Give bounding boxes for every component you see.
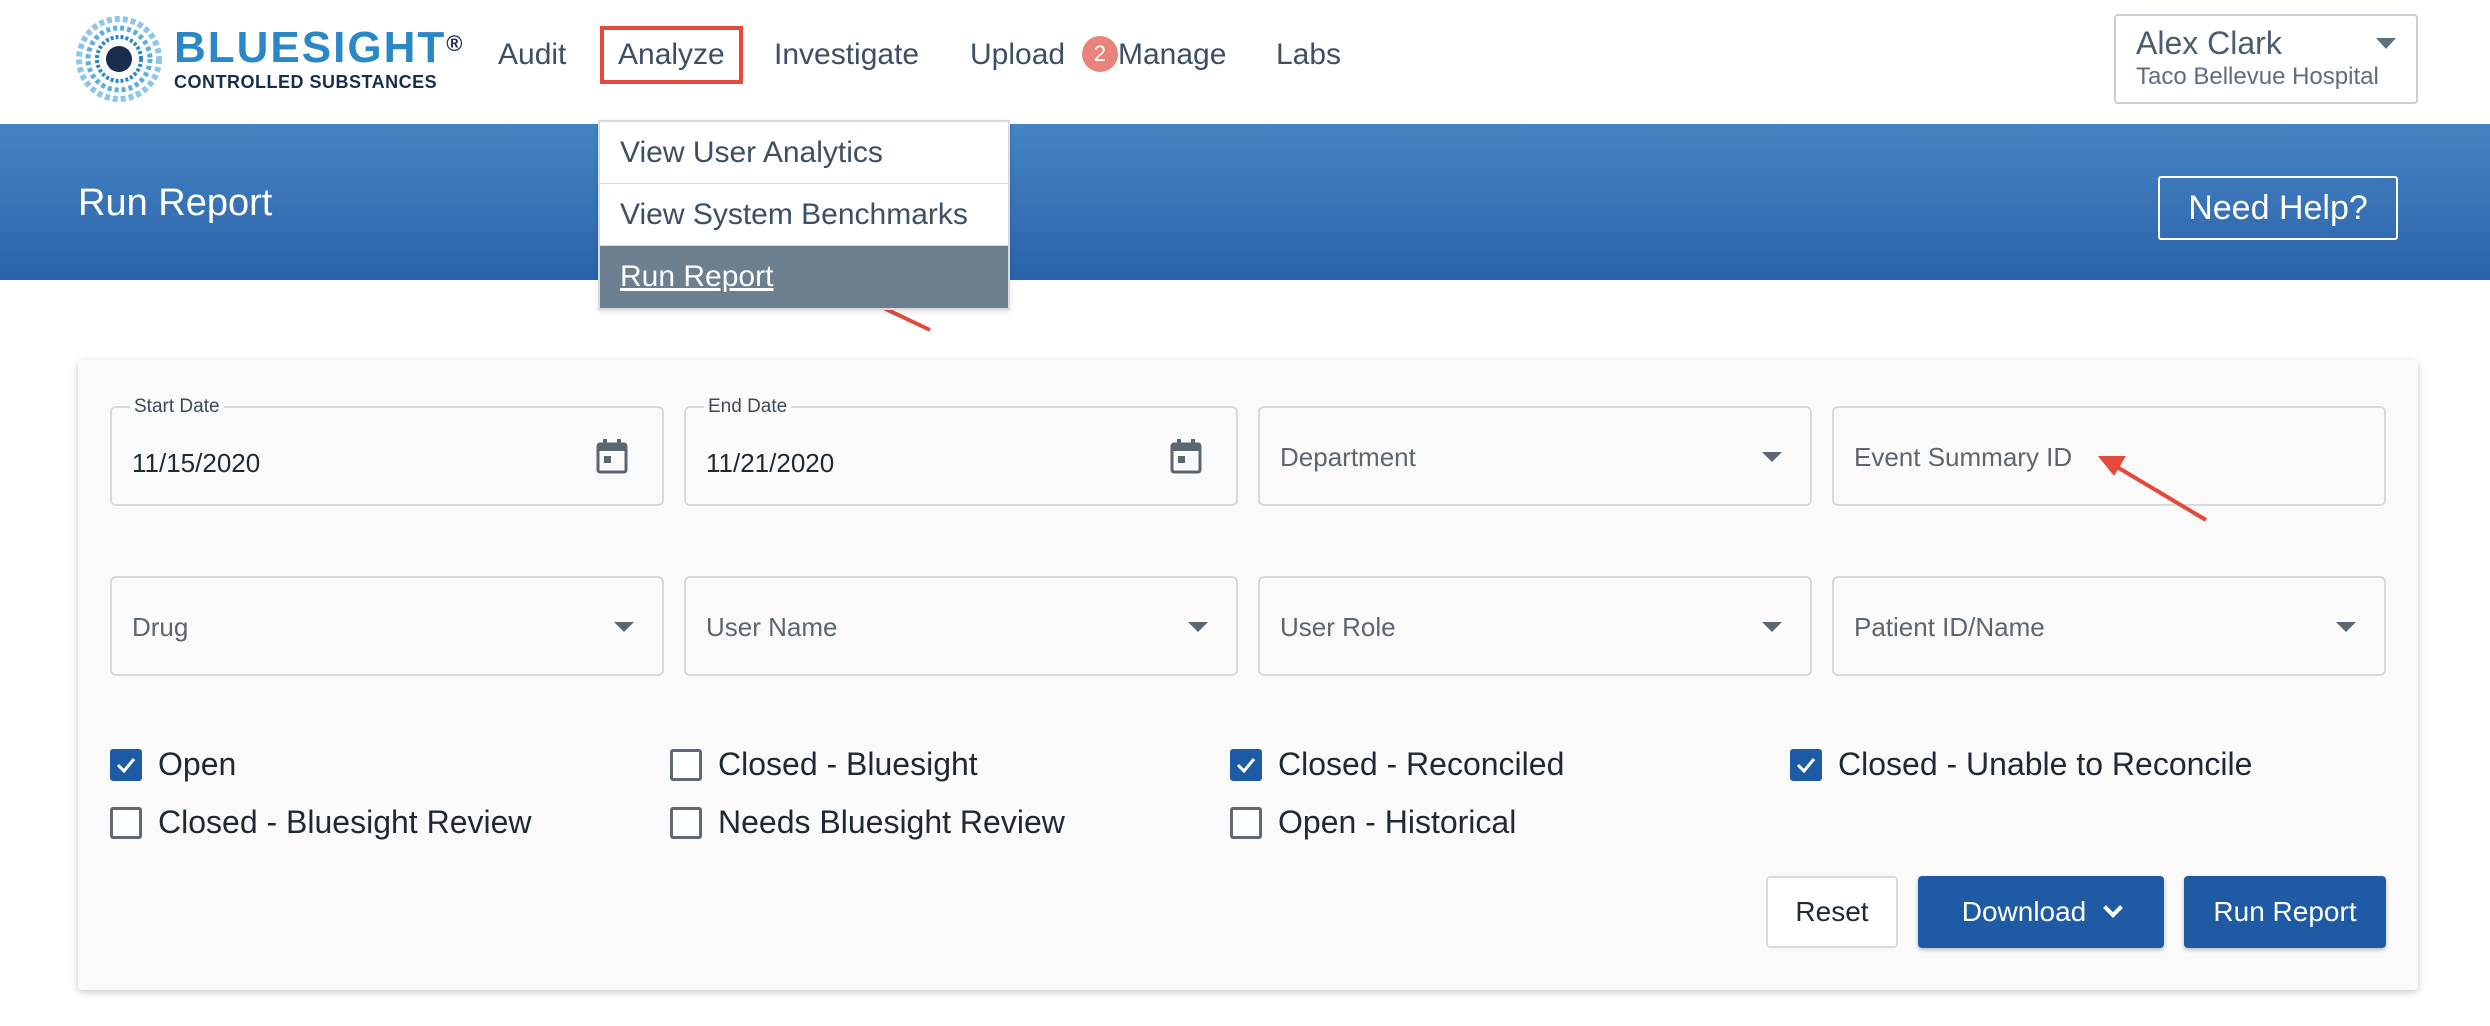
chevron-down-icon — [1762, 452, 1782, 462]
user-name-placeholder: User Name — [706, 612, 838, 642]
menu-item-view-system-benchmarks[interactable]: View System Benchmarks — [600, 184, 1008, 246]
brand-tagline: CONTROLLED SUBSTANCES — [174, 71, 438, 92]
checkbox-label: Closed - Unable to Reconcile — [1838, 746, 2253, 782]
checkbox[interactable] — [110, 806, 142, 839]
department-placeholder: Department — [1280, 442, 1416, 472]
event-summary-id-placeholder: Event Summary ID — [1854, 442, 2073, 472]
checkbox[interactable] — [670, 748, 702, 781]
page-header: Run Report Need Help? — [0, 124, 2490, 280]
nav-upload[interactable]: Upload — [970, 30, 1065, 80]
user-name-select[interactable]: User Name — [684, 576, 1238, 676]
patient-select[interactable]: Patient ID/Name — [1832, 576, 2386, 676]
checkmark-icon — [116, 757, 136, 773]
user-organization: Taco Bellevue Hospital — [2136, 63, 2379, 90]
calendar-icon[interactable] — [1170, 438, 1202, 474]
logo-mark-icon — [76, 16, 162, 102]
checkbox-label: Needs Bluesight Review — [718, 804, 1065, 840]
checkbox-label: Closed - Reconciled — [1278, 746, 1565, 782]
user-account-menu[interactable]: Alex Clark Taco Bellevue Hospital — [2114, 14, 2418, 104]
chevron-down-icon — [2376, 38, 2396, 49]
status-checkbox-closed-bluesight[interactable]: Closed - Bluesight — [670, 746, 978, 783]
user-role-select[interactable]: User Role — [1258, 576, 1812, 676]
end-date-label: End Date — [704, 396, 792, 418]
checkbox-label: Closed - Bluesight Review — [158, 804, 532, 840]
department-select[interactable]: Department — [1258, 406, 1812, 506]
nav-investigate[interactable]: Investigate — [774, 30, 919, 80]
page-title: Run Report — [78, 182, 273, 224]
download-button[interactable]: Download — [1918, 876, 2164, 948]
need-help-button[interactable]: Need Help? — [2158, 176, 2398, 240]
brand-name: BLUESIGHT® — [174, 22, 465, 72]
analyze-dropdown-menu: View User Analytics View System Benchmar… — [598, 120, 1010, 310]
run-report-button[interactable]: Run Report — [2184, 876, 2386, 948]
chevron-down-icon — [1188, 622, 1208, 632]
patient-placeholder: Patient ID/Name — [1854, 612, 2045, 642]
nav-labs[interactable]: Labs — [1276, 30, 1341, 80]
status-checkbox-closed-bluesight-review[interactable]: Closed - Bluesight Review — [110, 804, 532, 841]
checkmark-icon — [1796, 757, 1816, 773]
status-checkbox-open[interactable]: Open — [110, 746, 236, 783]
start-date-value: 11/15/2020 — [132, 448, 261, 478]
menu-item-run-report[interactable]: Run Report — [600, 246, 1008, 308]
menu-item-view-user-analytics[interactable]: View User Analytics — [600, 122, 1008, 184]
chevron-down-icon — [1762, 622, 1782, 632]
event-summary-id-input[interactable]: Event Summary ID — [1832, 406, 2386, 506]
user-role-placeholder: User Role — [1280, 612, 1396, 642]
checkmark-icon — [1236, 757, 1256, 773]
user-name: Alex Clark — [2136, 25, 2282, 61]
checkbox[interactable] — [1230, 748, 1262, 781]
checkbox[interactable] — [1230, 806, 1262, 839]
calendar-icon[interactable] — [596, 438, 628, 474]
end-date-value: 11/21/2020 — [706, 448, 835, 478]
chevron-down-icon — [614, 622, 634, 632]
bluesight-logo[interactable]: BLUESIGHT® CONTROLLED SUBSTANCES — [76, 16, 464, 102]
nav-audit[interactable]: Audit — [498, 30, 566, 80]
status-checkbox-closed-unable-to-reconcile[interactable]: Closed - Unable to Reconcile — [1790, 746, 2252, 783]
status-checkbox-needs-bluesight-review[interactable]: Needs Bluesight Review — [670, 804, 1065, 841]
start-date-field[interactable]: Start Date 11/15/2020 — [110, 396, 664, 506]
drug-select[interactable]: Drug — [110, 576, 664, 676]
nav-analyze[interactable]: Analyze — [600, 26, 743, 84]
checkbox-label: Open - Historical — [1278, 804, 1517, 840]
drug-placeholder: Drug — [132, 612, 189, 642]
top-navigation-bar: BLUESIGHT® CONTROLLED SUBSTANCES Audit A… — [0, 0, 2490, 124]
reset-button[interactable]: Reset — [1766, 876, 1898, 948]
start-date-label: Start Date — [130, 396, 224, 418]
chevron-down-icon — [2336, 622, 2356, 632]
chevron-down-icon — [2103, 898, 2124, 918]
upload-count-badge: 2 — [1082, 36, 1118, 72]
status-checkbox-open-historical[interactable]: Open - Historical — [1230, 804, 1516, 841]
nav-manage[interactable]: Manage — [1118, 30, 1226, 80]
status-checkbox-closed-reconciled[interactable]: Closed - Reconciled — [1230, 746, 1564, 783]
download-button-label: Download — [1961, 896, 2087, 927]
checkbox[interactable] — [670, 806, 702, 839]
checkbox[interactable] — [1790, 748, 1822, 781]
checkbox[interactable] — [110, 748, 142, 781]
checkbox-label: Open — [158, 746, 237, 782]
report-filter-card: Start Date 11/15/2020 End Date 11/21/202… — [78, 360, 2418, 990]
end-date-field[interactable]: End Date 11/21/2020 — [684, 396, 1238, 506]
checkbox-label: Closed - Bluesight — [718, 746, 978, 782]
